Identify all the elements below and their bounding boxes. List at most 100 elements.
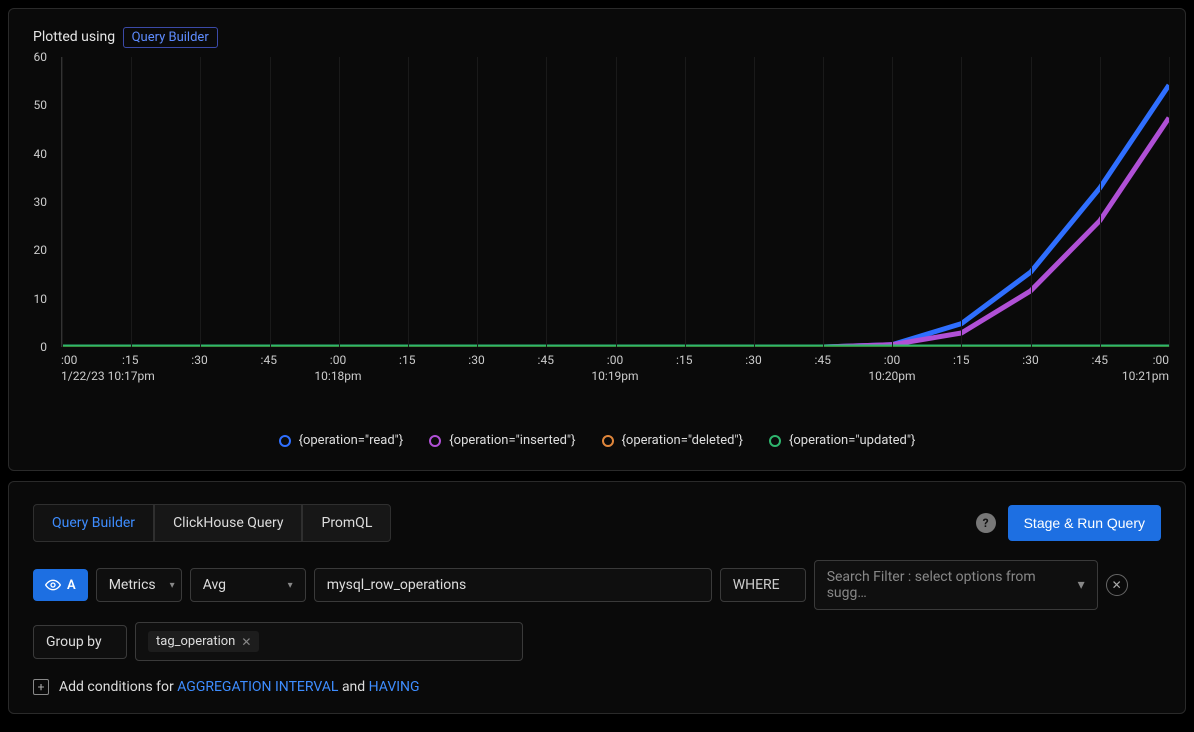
x-tick: :30 — [191, 353, 207, 367]
grid-line — [754, 57, 755, 347]
x-tick: :45 — [1092, 353, 1108, 367]
x-tick: :0010:19pm — [591, 353, 638, 383]
query-panel: Query BuilderClickHouse QueryPromQL ? St… — [8, 481, 1186, 714]
legend-swatch — [279, 435, 291, 447]
aggregation-interval-link[interactable]: AGGREGATION INTERVAL — [177, 679, 338, 695]
legend-label: {operation="updated"} — [789, 433, 915, 448]
remove-filter-button[interactable]: ✕ — [1106, 574, 1128, 596]
legend-item[interactable]: {operation="read"} — [279, 433, 404, 448]
legend-swatch — [602, 435, 614, 447]
x-tick: :15 — [399, 353, 415, 367]
grid-line — [1031, 57, 1032, 347]
chart-area: 6050403020100 :001/22/23 10:17pm:15:30:4… — [53, 57, 1169, 387]
x-axis: :001/22/23 10:17pm:15:30:45:0010:18pm:15… — [61, 347, 1169, 387]
groupby-label: Group by — [33, 625, 127, 659]
chevron-down-icon: ▾ — [288, 580, 293, 591]
filter-input[interactable]: Search Filter : select options from sugg… — [814, 560, 1098, 610]
x-tick: :30 — [468, 353, 484, 367]
x-tick: :001/22/23 10:17pm — [61, 353, 155, 383]
query-actions: ? Stage & Run Query — [976, 505, 1161, 541]
having-link[interactable]: HAVING — [369, 679, 420, 695]
grid-line — [339, 57, 340, 347]
help-icon[interactable]: ? — [976, 513, 996, 533]
x-tick: :45 — [815, 353, 831, 367]
grid-line — [892, 57, 893, 347]
legend-label: {operation="inserted"} — [449, 433, 575, 448]
x-tick: :0010:21pm — [1122, 353, 1169, 383]
legend-swatch — [429, 435, 441, 447]
grid-line — [200, 57, 201, 347]
x-tick: :30 — [1022, 353, 1038, 367]
query-tabs: Query BuilderClickHouse QueryPromQL — [33, 504, 391, 542]
y-tick: 0 — [40, 340, 47, 354]
add-conditions-row: + Add conditions for AGGREGATION INTERVA… — [33, 679, 1161, 695]
aggregation-select[interactable]: Avg ▾ — [190, 568, 306, 602]
y-tick: 20 — [34, 243, 48, 257]
grid-line — [62, 57, 63, 347]
x-tick: :15 — [676, 353, 692, 367]
y-tick: 60 — [34, 50, 48, 64]
grid-line — [477, 57, 478, 347]
legend-label: {operation="read"} — [299, 433, 404, 448]
filter-placeholder: Search Filter : select options from sugg… — [827, 569, 1070, 601]
chevron-down-icon: ▾ — [1078, 577, 1085, 593]
y-tick: 40 — [34, 147, 48, 161]
y-axis: 6050403020100 — [25, 57, 53, 347]
metric-input[interactable]: mysql_row_operations — [314, 568, 712, 602]
query-toolbar: Query BuilderClickHouse QueryPromQL ? St… — [33, 504, 1161, 542]
chevron-down-icon: ▾ — [170, 580, 175, 591]
grid-line — [1100, 57, 1101, 347]
x-tick: :15 — [122, 353, 138, 367]
chart-panel: Plotted using Query Builder 60 50 40 30 20 10… — [8, 8, 1186, 471]
groupby-tag-label: tag_operation — [156, 634, 235, 649]
tab-promql[interactable]: PromQL — [302, 504, 391, 542]
x-tick: :15 — [953, 353, 969, 367]
chart-header: Plotted using Query Builder — [33, 29, 1169, 45]
query-builder-badge[interactable]: Query Builder — [123, 27, 218, 48]
legend-item[interactable]: {operation="inserted"} — [429, 433, 575, 448]
x-tick: :45 — [261, 353, 277, 367]
grid-line — [961, 57, 962, 347]
run-query-button[interactable]: Stage & Run Query — [1008, 505, 1161, 541]
grid-line — [131, 57, 132, 347]
grid-line — [546, 57, 547, 347]
grid-line — [685, 57, 686, 347]
and-word: and — [342, 679, 365, 695]
series-toggle-a[interactable]: A — [33, 569, 88, 601]
x-tick: :0010:20pm — [868, 353, 915, 383]
where-label: WHERE — [720, 568, 806, 602]
legend: {operation="read"} {operation="inserted"}… — [25, 433, 1169, 448]
x-tick: :30 — [745, 353, 761, 367]
groupby-input[interactable]: tag_operation ✕ — [135, 622, 523, 661]
tab-clickhouse-query[interactable]: ClickHouse Query — [154, 504, 302, 542]
grid-line — [1169, 57, 1170, 347]
y-tick: 30 — [34, 195, 48, 209]
add-condition-button[interactable]: + — [33, 679, 49, 695]
tab-query-builder[interactable]: Query Builder — [33, 504, 154, 542]
remove-tag-icon[interactable]: ✕ — [241, 635, 251, 649]
legend-swatch — [769, 435, 781, 447]
legend-item[interactable]: {operation="deleted"} — [602, 433, 743, 448]
legend-item[interactable]: {operation="updated"} — [769, 433, 915, 448]
grid-line — [823, 57, 824, 347]
aggregation-label: Avg — [203, 577, 226, 593]
legend-label: {operation="deleted"} — [622, 433, 743, 448]
grid-line — [408, 57, 409, 347]
source-label: Metrics — [109, 577, 156, 593]
eye-icon — [45, 577, 61, 593]
groupby-tag: tag_operation ✕ — [148, 631, 259, 652]
x-tick: :45 — [538, 353, 554, 367]
x-tick: :0010:18pm — [314, 353, 361, 383]
grid-line — [616, 57, 617, 347]
metric-value: mysql_row_operations — [327, 577, 467, 593]
source-select[interactable]: Metrics ▾ — [96, 568, 182, 602]
query-row-main: A Metrics ▾ Avg ▾ mysql_row_operations W… — [33, 560, 1161, 610]
plotted-using-label: Plotted using — [33, 29, 115, 45]
y-tick: 50 — [34, 98, 48, 112]
series-letter: A — [67, 578, 76, 593]
y-tick: 10 — [34, 292, 48, 306]
query-row-groupby: Group by tag_operation ✕ — [33, 622, 1161, 661]
plot-surface — [61, 57, 1169, 347]
grid-line — [270, 57, 271, 347]
add-cond-prefix: Add conditions for — [59, 679, 174, 695]
